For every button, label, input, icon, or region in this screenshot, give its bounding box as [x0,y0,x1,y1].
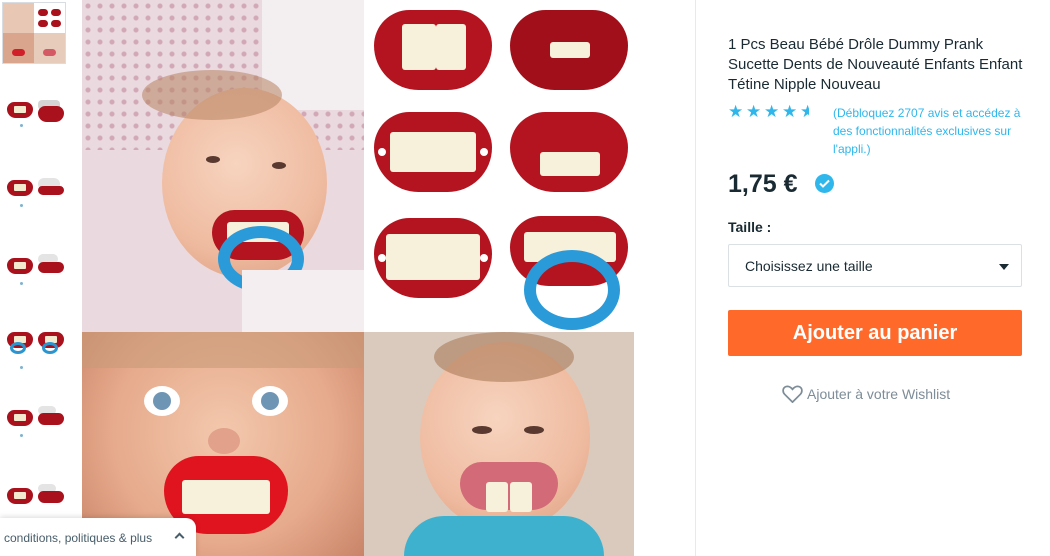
image-baby-pink-pacifier [364,332,634,556]
size-label: Taille : [728,219,772,235]
star-half-icon: ★ [800,104,809,120]
product-title: 1 Pcs Beau Bébé Drôle Dummy Prank Sucett… [728,36,1023,93]
thumbnail-6[interactable] [2,404,66,464]
star-icon: ★ [782,102,798,121]
image-pacifier-grid [364,0,634,332]
wishlist-button[interactable]: Ajouter à votre Wishlist [728,383,1022,405]
thumbnail-2[interactable] [2,96,66,156]
thumbnail-3[interactable] [2,174,66,234]
size-select[interactable]: Choisissez une taille [728,244,1022,287]
thumbnail-4[interactable] [2,252,66,312]
main-product-image[interactable] [82,0,634,556]
thumbnail-1[interactable] [2,2,66,64]
add-to-cart-button[interactable]: Ajouter au panier [728,310,1022,356]
policies-tab[interactable]: conditions, politiques & plus [0,518,196,556]
product-price: 1,75 € [728,170,798,198]
rating-note-link[interactable]: (Débloquez 2707 avis et accédez à des fo… [833,104,1033,158]
image-baby-blue-pacifier [82,0,364,332]
star-icon: ★ [728,102,744,121]
rating-stars: ★ ★ ★ ★ ★ ★ [728,102,828,121]
product-info-panel: 1 Pcs Beau Bébé Drôle Dummy Prank Sucett… [695,0,1050,556]
wishlist-label: Ajouter à votre Wishlist [807,386,951,402]
policies-tab-label: conditions, politiques & plus [4,531,153,545]
chevron-up-icon [174,532,185,543]
heart-outline-icon [782,385,803,403]
product-page: 1 Pcs Beau Bébé Drôle Dummy Prank Sucett… [0,0,1050,556]
verified-check-icon [815,174,834,193]
chevron-down-icon [999,264,1009,270]
star-icon: ★ [746,102,762,121]
thumbnail-strip [0,0,72,556]
thumbnail-5[interactable] [2,326,66,386]
star-icon: ★ [764,102,780,121]
size-select-value: Choisissez une taille [745,258,873,274]
